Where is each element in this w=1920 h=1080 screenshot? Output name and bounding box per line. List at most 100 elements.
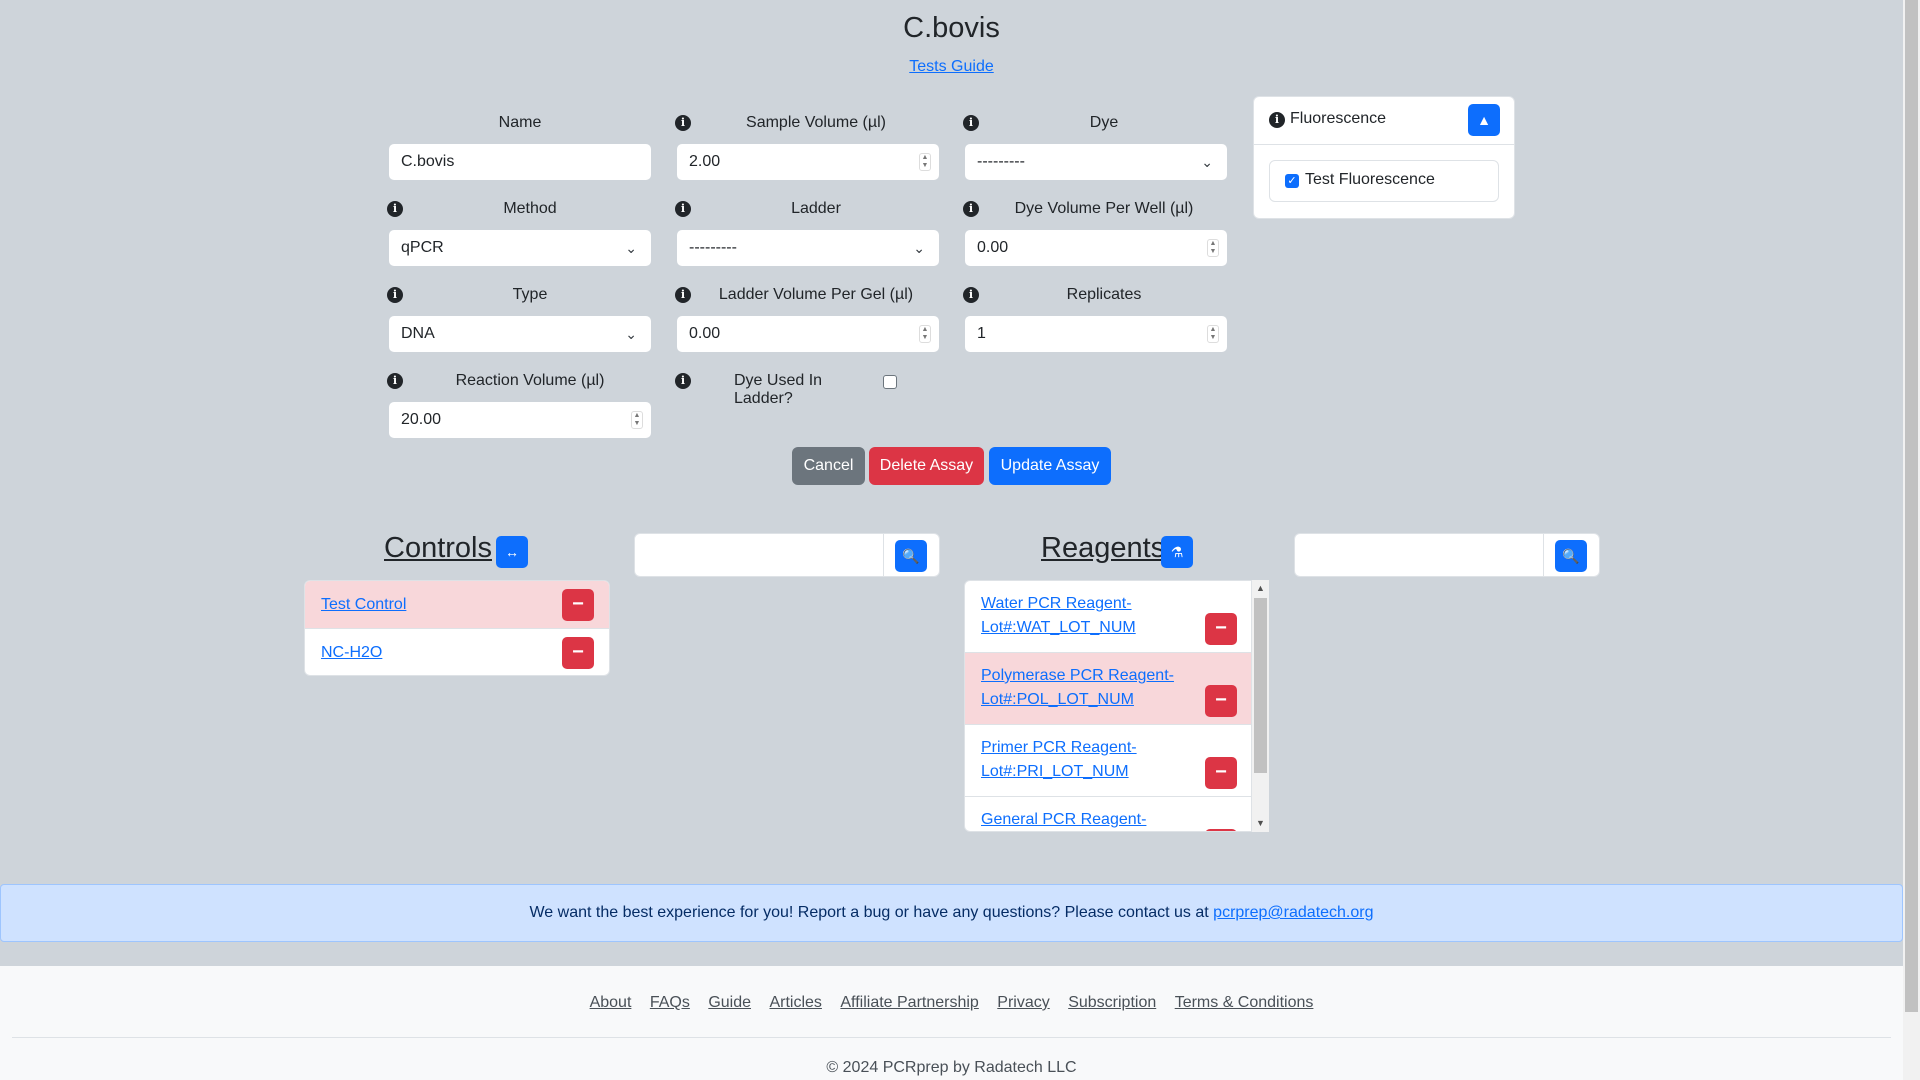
replicates-label: Replicates xyxy=(1066,286,1142,303)
fluorescence-card: i Fluorescence ▲ ✓ Test Fluorescence xyxy=(1253,96,1515,219)
footer-link-affiliate[interactable]: Affiliate Partnership xyxy=(840,994,978,1011)
flask-icon: ⚗ xyxy=(1170,544,1184,560)
ladder-select[interactable]: --------- ⌄ xyxy=(676,229,940,267)
update-assay-button[interactable]: Update Assay xyxy=(989,447,1111,485)
reagents-scrollbar[interactable]: ▲ ▼ xyxy=(1252,580,1269,832)
spinner-icon[interactable]: ▲ ▼ xyxy=(631,411,643,429)
sample-volume-value: 2.00 xyxy=(689,153,721,170)
remove-control-button[interactable]: − xyxy=(562,589,594,621)
dye-used-in-ladder-checkbox[interactable] xyxy=(883,375,897,389)
method-info-icon[interactable]: i xyxy=(387,201,403,217)
footer-link-guide[interactable]: Guide xyxy=(708,994,751,1011)
spinner-icon[interactable]: ▲ ▼ xyxy=(919,153,931,171)
list-item: Water PCR Reagent- Lot#:WAT_LOT_NUM − xyxy=(965,581,1251,653)
contact-email-link[interactable]: pcrprep@radatech.org xyxy=(1213,904,1373,921)
chevron-down-icon: ⌄ xyxy=(1201,154,1213,170)
remove-reagent-button[interactable]: − xyxy=(1205,757,1237,789)
control-link[interactable]: NC-H2O xyxy=(321,641,382,665)
banner-text: We want the best experience for you! Rep… xyxy=(529,904,1209,921)
spinner-icon[interactable]: ▲ ▼ xyxy=(919,325,931,343)
minus-icon: − xyxy=(572,641,584,663)
footer-link-about[interactable]: About xyxy=(590,994,632,1011)
dye-volume-value: 0.00 xyxy=(977,239,1009,256)
dye-volume-info-icon[interactable]: i xyxy=(963,201,979,217)
contact-banner: We want the best experience for you! Rep… xyxy=(0,884,1903,942)
scroll-down-icon[interactable]: ▼ xyxy=(1252,815,1269,832)
footer-link-articles[interactable]: Articles xyxy=(769,994,821,1011)
remove-control-button[interactable]: − xyxy=(562,637,594,669)
remove-reagent-button[interactable]: − xyxy=(1205,685,1237,717)
reaction-volume-info-icon[interactable]: i xyxy=(387,373,403,389)
dye-volume-input[interactable]: 0.00 ▲ ▼ xyxy=(964,229,1228,267)
type-info-icon[interactable]: i xyxy=(387,287,403,303)
replicates-info-icon[interactable]: i xyxy=(963,287,979,303)
remove-reagent-button[interactable]: − xyxy=(1205,829,1237,831)
search-icon: 🔍 xyxy=(902,548,920,564)
list-item: NC-H2O − xyxy=(305,629,609,675)
reagents-scrollbar-thumb[interactable] xyxy=(1254,598,1267,773)
footer-link-terms[interactable]: Terms & Conditions xyxy=(1175,994,1314,1011)
reagent-link[interactable]: General PCR Reagent- xyxy=(981,808,1146,831)
spinner-icon[interactable]: ▲ ▼ xyxy=(1207,239,1219,257)
ladder-volume-info-icon[interactable]: i xyxy=(675,287,691,303)
type-select[interactable]: DNA ⌄ xyxy=(388,315,652,353)
name-value: C.bovis xyxy=(401,153,455,170)
reagents-button[interactable]: ⚗ xyxy=(1161,536,1193,568)
page-scrollbar-thumb[interactable] xyxy=(1905,0,1918,1012)
replicates-input[interactable]: 1 ▲ ▼ xyxy=(964,315,1228,353)
chevron-down-icon: ⌄ xyxy=(625,240,637,256)
reagents-search-button[interactable]: 🔍 xyxy=(1555,540,1587,572)
minus-icon: − xyxy=(572,593,584,615)
controls-search-input[interactable]: 🔍 xyxy=(634,533,940,577)
fluorescence-title: Fluorescence xyxy=(1290,110,1387,127)
minus-icon: − xyxy=(1215,617,1227,639)
type-label: Type xyxy=(512,286,548,303)
controls-search-button[interactable]: 🔍 xyxy=(895,540,927,572)
dye-info-icon[interactable]: i xyxy=(963,115,979,131)
test-fluorescence-checkbox[interactable]: ✓ xyxy=(1285,174,1299,188)
footer-link-subscription[interactable]: Subscription xyxy=(1068,994,1156,1011)
reagent-link[interactable]: Water PCR Reagent- Lot#:WAT_LOT_NUM xyxy=(981,592,1136,640)
cancel-button[interactable]: Cancel xyxy=(792,447,865,485)
remove-reagent-button[interactable]: − xyxy=(1205,613,1237,645)
page-scrollbar[interactable] xyxy=(1903,0,1920,1080)
copyright: © 2024 PCRprep by Radatech LLC xyxy=(826,1059,1077,1076)
footer-link-privacy[interactable]: Privacy xyxy=(997,994,1049,1011)
fluorescence-header: i Fluorescence ▲ xyxy=(1254,97,1514,145)
tests-guide-link[interactable]: Tests Guide xyxy=(909,58,993,75)
ladder-volume-label: Ladder Volume Per Gel (µl) xyxy=(718,286,914,303)
minus-icon: − xyxy=(1215,761,1227,783)
delete-assay-button[interactable]: Delete Assay xyxy=(869,447,984,485)
reaction-volume-input[interactable]: 20.00 ▲ ▼ xyxy=(388,401,652,439)
test-fluorescence-label: Test Fluorescence xyxy=(1305,171,1435,188)
sample-volume-input[interactable]: 2.00 ▲ ▼ xyxy=(676,143,940,181)
name-input[interactable]: C.bovis xyxy=(388,143,652,181)
collapse-button[interactable]: ▲ xyxy=(1468,104,1500,136)
reagents-list[interactable]: Water PCR Reagent- Lot#:WAT_LOT_NUM − Pol… xyxy=(964,580,1252,832)
chevron-down-icon: ⌄ xyxy=(913,240,925,256)
sample-volume-label: Sample Volume (µl) xyxy=(746,114,886,131)
reaction-volume-value: 20.00 xyxy=(401,411,442,428)
method-select[interactable]: qPCR ⌄ xyxy=(388,229,652,267)
ladder-volume-input[interactable]: 0.00 ▲ ▼ xyxy=(676,315,940,353)
scroll-up-icon[interactable]: ▲ xyxy=(1252,580,1269,597)
reagent-link[interactable]: Polymerase PCR Reagent- Lot#:POL_LOT_NUM xyxy=(981,664,1174,712)
dye-select[interactable]: --------- ⌄ xyxy=(964,143,1228,181)
dye-used-info-icon[interactable]: i xyxy=(675,373,691,389)
footer-link-faqs[interactable]: FAQs xyxy=(650,994,690,1011)
test-fluorescence-option[interactable]: ✓ Test Fluorescence xyxy=(1269,160,1499,202)
fluorescence-info-icon[interactable]: i xyxy=(1269,112,1285,128)
footer-links: About FAQs Guide Articles Affiliate Part… xyxy=(0,994,1903,1012)
swap-controls-button[interactable]: ↔ xyxy=(496,536,528,568)
ladder-info-icon[interactable]: i xyxy=(675,201,691,217)
replicates-value: 1 xyxy=(977,325,986,342)
reagent-link[interactable]: Primer PCR Reagent- Lot#:PRI_LOT_NUM xyxy=(981,736,1137,784)
control-link[interactable]: Test Control xyxy=(321,593,406,617)
dye-label: Dye xyxy=(1089,114,1119,131)
dye-value: --------- xyxy=(977,153,1025,170)
sample-volume-info-icon[interactable]: i xyxy=(675,115,691,131)
reagents-search-input[interactable]: 🔍 xyxy=(1294,533,1600,577)
spinner-icon[interactable]: ▲ ▼ xyxy=(1207,325,1219,343)
list-item: Primer PCR Reagent- Lot#:PRI_LOT_NUM − xyxy=(965,725,1251,797)
method-label: Method xyxy=(503,200,557,217)
